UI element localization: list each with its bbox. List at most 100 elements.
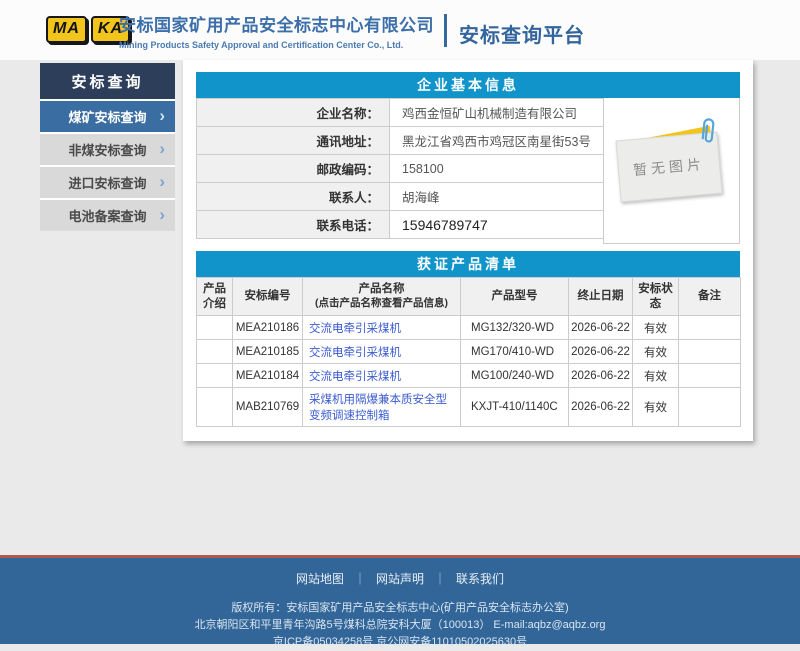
products-section: 获证产品清单 产品介绍 安标编号 产品名称 (点击产品名称查看产品信息) 产品型…: [196, 251, 740, 427]
org-name-cn: 安标国家矿用产品安全标志中心有限公司: [119, 11, 434, 36]
main-panel: 企业基本信息 企业名称： 鸡西金恒矿山机械制造有限公司 通讯地址： 黑龙江省鸡西…: [183, 60, 753, 441]
icp-text: 京ICP备05034258号 京公网安备11010502025630号: [0, 634, 800, 651]
product-expiry: 2026-06-22: [569, 388, 633, 427]
product-model: MG170/410-WD: [461, 340, 569, 364]
company-info-table: 企业名称： 鸡西金恒矿山机械制造有限公司 通讯地址： 黑龙江省鸡西市鸡冠区南星街…: [196, 98, 604, 239]
no-image-text: 暂无图片: [632, 154, 705, 180]
sidebar: 安标查询 煤矿安标查询 › 非煤安标查询 › 进口安标查询 › 电池备案查询 ›: [40, 63, 175, 231]
no-image-box: 暂无图片: [603, 98, 740, 244]
sidebar-item-label: 进口安标查询: [68, 173, 146, 192]
footer-link-contact[interactable]: 联系我们: [456, 570, 504, 587]
footer: 网站地图 ｜ 网站声明 ｜ 联系我们 版权所有：安标国家矿用产品安全标志中心(矿…: [0, 555, 800, 644]
product-note: [679, 340, 741, 364]
footer-separator: ｜: [434, 570, 446, 587]
info-value: 158100: [390, 155, 604, 183]
info-row: 邮政编码： 158100: [197, 155, 604, 183]
product-note: [679, 364, 741, 388]
info-label: 企业名称：: [197, 99, 390, 127]
info-value: 15946789747: [390, 211, 604, 239]
product-name-cell: 交流电牵引采煤机: [303, 364, 461, 388]
chevron-right-icon: ›: [159, 205, 165, 225]
info-label: 邮政编码：: [197, 155, 390, 183]
address-text: 北京朝阳区和平里青年沟路5号煤科总院安科大厦（100013） E-mail:aq…: [0, 617, 800, 634]
copyright-text: 版权所有：安标国家矿用产品安全标志中心(矿用产品安全标志办公室): [0, 600, 800, 617]
paperclip-icon: [701, 117, 719, 145]
col-product-name: 产品名称 (点击产品名称查看产品信息): [303, 278, 461, 316]
info-label: 通讯地址：: [197, 127, 390, 155]
product-name-link[interactable]: 采煤机用隔爆兼本质安全型变频调速控制箱: [309, 394, 447, 422]
maka-logo: MA KA: [46, 16, 130, 43]
sidebar-item-label: 煤矿安标查询: [68, 107, 146, 126]
company-info-header: 企业基本信息: [196, 72, 740, 98]
col-cert-code: 安标编号: [233, 278, 303, 316]
sidebar-item-label: 电池备案查询: [68, 206, 146, 225]
header-divider: [444, 14, 447, 47]
company-info-section: 企业名称： 鸡西金恒矿山机械制造有限公司 通讯地址： 黑龙江省鸡西市鸡冠区南星街…: [196, 98, 740, 244]
col-product-name-sub: (点击产品名称查看产品信息): [305, 297, 458, 311]
product-intro: [197, 340, 233, 364]
product-name-cell: 交流电牵引采煤机: [303, 340, 461, 364]
sidebar-item-import-query[interactable]: 进口安标查询 ›: [40, 165, 175, 198]
platform-title: 安标查询平台: [459, 19, 585, 48]
logo-block-ma: MA: [46, 16, 87, 43]
sidebar-item-label: 非煤安标查询: [68, 140, 146, 159]
footer-links: 网站地图 ｜ 网站声明 ｜ 联系我们: [0, 570, 800, 587]
product-row: MEA210185 交流电牵引采煤机 MG170/410-WD 2026-06-…: [197, 340, 741, 364]
footer-separator: ｜: [354, 570, 366, 587]
info-value: 黑龙江省鸡西市鸡冠区南星街53号: [390, 127, 604, 155]
site-header: MA KA 安标国家矿用产品安全标志中心有限公司 Mining Products…: [0, 0, 800, 60]
product-code: MAB210769: [233, 388, 303, 427]
product-status: 有效: [633, 340, 679, 364]
sidebar-title: 安标查询: [40, 63, 175, 99]
product-model: KXJT-410/1140C: [461, 388, 569, 427]
product-name-link[interactable]: 交流电牵引采煤机: [309, 371, 401, 383]
product-name-link[interactable]: 交流电牵引采煤机: [309, 323, 401, 335]
product-expiry: 2026-06-22: [569, 316, 633, 340]
product-note: [679, 316, 741, 340]
org-name: 安标国家矿用产品安全标志中心有限公司 Mining Products Safet…: [119, 11, 434, 50]
sidebar-item-battery-filing-query[interactable]: 电池备案查询 ›: [40, 198, 175, 231]
col-product-intro: 产品介绍: [197, 278, 233, 316]
sidebar-item-non-coal-query[interactable]: 非煤安标查询 ›: [40, 132, 175, 165]
product-note: [679, 388, 741, 427]
info-row: 企业名称： 鸡西金恒矿山机械制造有限公司: [197, 99, 604, 127]
info-label: 联系电话：: [197, 211, 390, 239]
col-note: 备注: [679, 278, 741, 316]
product-intro: [197, 388, 233, 427]
col-product-name-title: 产品名称: [305, 282, 458, 297]
product-code: MEA210186: [233, 316, 303, 340]
product-name-cell: 采煤机用隔爆兼本质安全型变频调速控制箱: [303, 388, 461, 427]
product-row: MEA210186 交流电牵引采煤机 MG132/320-WD 2026-06-…: [197, 316, 741, 340]
product-code: MEA210185: [233, 340, 303, 364]
col-product-model: 产品型号: [461, 278, 569, 316]
product-row: MEA210184 交流电牵引采煤机 MG100/240-WD 2026-06-…: [197, 364, 741, 388]
footer-link-sitemap[interactable]: 网站地图: [296, 570, 344, 587]
col-cert-status: 安标状态: [633, 278, 679, 316]
products-header-row: 产品介绍 安标编号 产品名称 (点击产品名称查看产品信息) 产品型号 终止日期 …: [197, 278, 741, 316]
product-name-cell: 交流电牵引采煤机: [303, 316, 461, 340]
product-expiry: 2026-06-22: [569, 364, 633, 388]
product-status: 有效: [633, 364, 679, 388]
info-value: 胡海峰: [390, 183, 604, 211]
product-status: 有效: [633, 388, 679, 427]
col-expiry-date: 终止日期: [569, 278, 633, 316]
product-row: MAB210769 采煤机用隔爆兼本质安全型变频调速控制箱 KXJT-410/1…: [197, 388, 741, 427]
footer-copyright-block: 版权所有：安标国家矿用产品安全标志中心(矿用产品安全标志办公室) 北京朝阳区和平…: [0, 600, 800, 651]
footer-link-statement[interactable]: 网站声明: [376, 570, 424, 587]
product-name-link[interactable]: 交流电牵引采煤机: [309, 347, 401, 359]
products-header: 获证产品清单: [196, 251, 740, 277]
product-status: 有效: [633, 316, 679, 340]
product-expiry: 2026-06-22: [569, 340, 633, 364]
info-value: 鸡西金恒矿山机械制造有限公司: [390, 99, 604, 127]
sidebar-item-coal-mine-query[interactable]: 煤矿安标查询 ›: [40, 99, 175, 132]
product-code: MEA210184: [233, 364, 303, 388]
chevron-right-icon: ›: [159, 106, 165, 126]
info-label: 联系人：: [197, 183, 390, 211]
info-row: 联系人： 胡海峰: [197, 183, 604, 211]
product-intro: [197, 316, 233, 340]
product-model: MG100/240-WD: [461, 364, 569, 388]
chevron-right-icon: ›: [159, 172, 165, 192]
chevron-right-icon: ›: [159, 139, 165, 159]
org-name-en: Mining Products Safety Approval and Cert…: [119, 40, 434, 50]
info-row: 联系电话： 15946789747: [197, 211, 604, 239]
